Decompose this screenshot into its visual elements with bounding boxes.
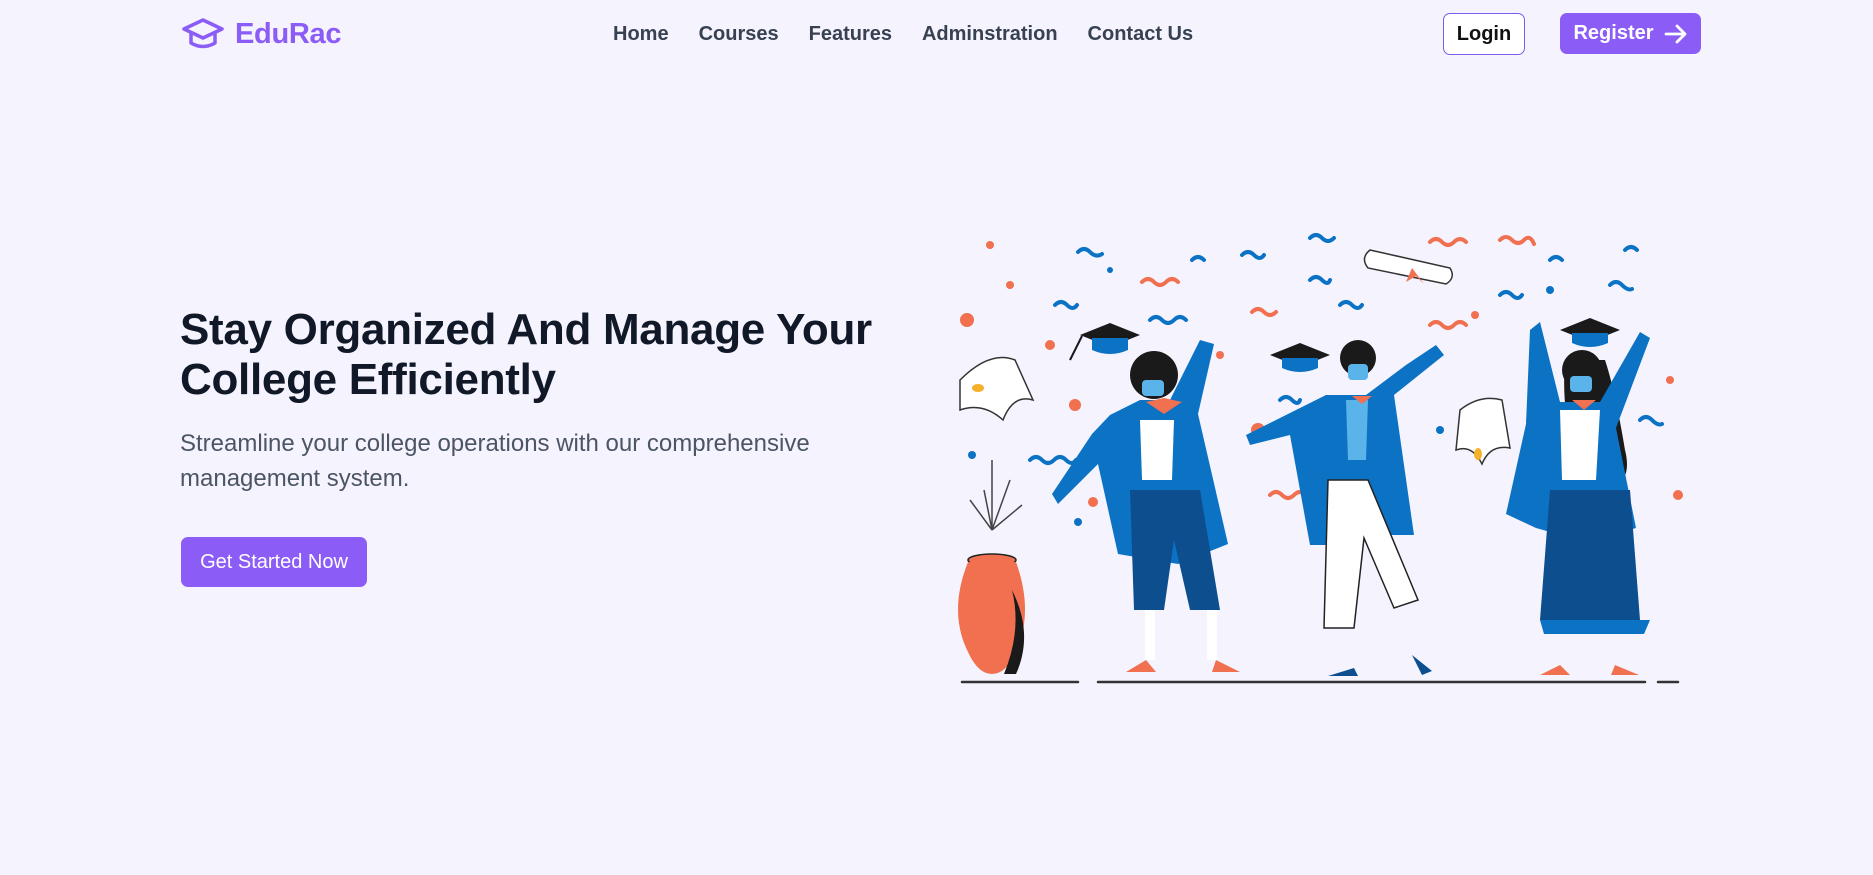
cap-left [1069, 323, 1140, 361]
hero-title: Stay Organized And Manage Your College E… [180, 305, 872, 404]
brand-logo[interactable]: EduRac [181, 14, 341, 54]
graduate-middle [1246, 340, 1444, 676]
graduate-right [1506, 322, 1650, 675]
nav-home[interactable]: Home [613, 20, 669, 48]
graduation-illustration [958, 233, 1683, 684]
cap-middle [1270, 343, 1330, 372]
cap-right [1560, 318, 1620, 347]
scroll-left [959, 356, 1035, 422]
graduate-left [1052, 340, 1240, 672]
top-navbar: EduRac Home Courses Features Adminstrati… [0, 0, 1873, 68]
nav-administration[interactable]: Adminstration [922, 20, 1058, 48]
register-button[interactable]: Register [1560, 13, 1701, 54]
scroll-right [1455, 397, 1511, 466]
hero-subtitle: Streamline your college operations with … [180, 430, 810, 492]
nav-courses[interactable]: Courses [699, 20, 779, 48]
scroll-top [1363, 249, 1453, 285]
get-started-button[interactable]: Get Started Now [181, 537, 367, 587]
brand-name: EduRac [235, 17, 342, 50]
login-button[interactable]: Login [1443, 13, 1525, 55]
main-nav: Home Courses Features Adminstration Cont… [613, 20, 1193, 48]
plant-vase [958, 460, 1025, 674]
register-label: Register [1573, 22, 1654, 44]
nav-features[interactable]: Features [809, 20, 892, 48]
nav-contact-us[interactable]: Contact Us [1088, 20, 1194, 48]
graduation-cap-icon [182, 18, 224, 49]
arrow-right-icon [1664, 24, 1686, 43]
